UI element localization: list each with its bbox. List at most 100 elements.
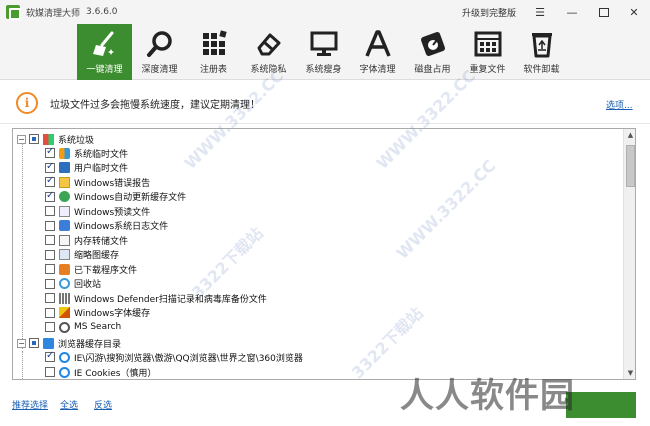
defender-bars-icon [59, 292, 70, 304]
tab-label: 一键清理 [86, 65, 123, 75]
collapse-toggle[interactable]: − [17, 134, 26, 144]
user-files-icon [59, 162, 70, 173]
restore-button[interactable] [592, 2, 616, 22]
item-checkbox[interactable] [45, 235, 55, 245]
close-button[interactable]: ✕ [622, 2, 646, 22]
tab-label: 重复文件 [469, 65, 506, 75]
item-checkbox[interactable] [45, 367, 55, 377]
app-title: 软媒清理大师 [26, 8, 81, 19]
item-checkbox[interactable] [45, 350, 55, 362]
monitor-icon [310, 31, 337, 56]
tree-item[interactable]: Windows Defender扫描记录和病毒库备份文件 [45, 291, 267, 305]
tab-privacy[interactable]: 系统隐私 [241, 24, 296, 80]
group-label: 系统垃圾 [58, 135, 95, 146]
scroll-thumb[interactable] [626, 145, 635, 187]
broom-icon [92, 31, 114, 56]
browser-cache-icon [43, 337, 54, 349]
tab-label: 系统瘦身 [305, 65, 342, 75]
tab-slim[interactable]: 系统瘦身 [296, 24, 351, 80]
title-bar: 软媒清理大师 3.6.6.0 升级到完整版 ☰ — ✕ [0, 0, 650, 24]
item-checkbox[interactable] [45, 307, 55, 318]
tab-one-click-clean[interactable]: 一键清理 [77, 24, 132, 80]
scroll-up-arrow[interactable]: ▲ [624, 129, 635, 141]
app-version: 3.6.6.0 [86, 7, 118, 17]
magnifier-icon [146, 31, 172, 57]
item-checkbox[interactable] [45, 206, 55, 216]
registry-blocks-icon [202, 30, 227, 55]
ie-icon [59, 366, 70, 378]
item-checkbox[interactable] [45, 278, 55, 289]
notice-text: 垃圾文件过多会拖慢系统速度，建议定期清理！ [50, 100, 260, 111]
main-toolbar: 一键清理 深度清理 注册表 系统隐私 系统瘦身 字体清理 磁盘占用 重复文件 软… [0, 24, 650, 80]
minimize-button[interactable]: — [560, 2, 584, 22]
tab-duplicate-files[interactable]: 重复文件 [460, 24, 515, 80]
item-checkbox[interactable] [45, 249, 55, 260]
tree-item[interactable]: 用户临时文件 [45, 161, 128, 175]
recycle-icon [531, 33, 552, 58]
item-label: IE Cookies（慎用） [74, 368, 157, 379]
tab-label: 注册表 [199, 65, 227, 75]
tab-font-clean[interactable]: 字体清理 [350, 24, 405, 80]
tree-group-system[interactable]: − 系统垃圾 [17, 132, 94, 146]
item-label: 回收站 [74, 280, 102, 290]
options-link[interactable]: 选项... [606, 98, 633, 111]
group-checkbox[interactable] [29, 134, 39, 144]
download-icon [59, 263, 70, 275]
tree-item[interactable]: IE Cookies（慎用） [45, 365, 156, 379]
recommend-select-link[interactable]: 推荐选择 [12, 398, 48, 411]
start-clean-button[interactable] [566, 392, 636, 418]
item-label: 系统临时文件 [74, 149, 129, 160]
tree-item[interactable]: 已下载程序文件 [45, 262, 137, 276]
tab-uninstall[interactable]: 软件卸载 [514, 24, 569, 80]
item-label: 已下载程序文件 [74, 265, 138, 276]
item-label: 缩略图缓存 [74, 251, 120, 261]
ie-icon [59, 351, 70, 363]
select-all-link[interactable]: 全选 [60, 398, 78, 411]
item-checkbox[interactable] [45, 220, 55, 231]
disk-gauge-icon [420, 32, 445, 56]
item-label: Windows错误报告 [74, 178, 151, 189]
item-checkbox[interactable] [45, 190, 55, 202]
tree-item[interactable]: 回收站 [45, 277, 101, 291]
invert-select-link[interactable]: 反选 [94, 398, 112, 411]
tab-disk-usage[interactable]: 磁盘占用 [405, 24, 460, 80]
upgrade-link[interactable]: 升级到完整版 [462, 6, 516, 19]
tab-label: 磁盘占用 [414, 65, 451, 75]
tree-item[interactable]: Windows字体缓存 [45, 306, 150, 320]
tab-registry[interactable]: 注册表 [186, 24, 241, 80]
recycle-bin-icon [59, 278, 70, 289]
tree-item[interactable]: IE\闪游\搜狗浏览器\傲游\QQ浏览器\世界之窗\360浏览器 [45, 350, 303, 364]
tree-item[interactable]: Windows错误报告 [45, 175, 150, 189]
tree-item[interactable]: 内存转储文件 [45, 233, 128, 247]
tab-label: 系统隐私 [250, 65, 287, 75]
item-checkbox[interactable] [45, 161, 55, 173]
tree-item[interactable]: Windows自动更新缓存文件 [45, 190, 186, 204]
item-checkbox[interactable] [45, 322, 55, 332]
tree-item[interactable]: 系统临时文件 [45, 146, 128, 160]
tree-scrollbar[interactable]: ▲ ▼ [623, 129, 635, 379]
item-label: IE\闪游\搜狗浏览器\傲游\QQ浏览器\世界之窗\360浏览器 [74, 353, 303, 364]
tree-item[interactable]: Windows预读文件 [45, 204, 150, 218]
item-checkbox[interactable] [45, 146, 55, 158]
tree-item[interactable]: Windows系统日志文件 [45, 219, 168, 233]
item-label: MS Search [74, 322, 122, 332]
item-label: 用户临时文件 [74, 164, 129, 174]
tab-deep-clean[interactable]: 深度清理 [132, 24, 187, 80]
tab-label: 字体清理 [359, 65, 396, 75]
tree-group-browser[interactable]: − 浏览器缓存目录 [17, 336, 121, 350]
group-checkbox[interactable] [29, 338, 39, 348]
clean-items-tree: − 系统垃圾 系统临时文件 用户临时文件 Windows错误报告 Windows… [12, 128, 636, 380]
item-checkbox[interactable] [45, 264, 55, 274]
item-checkbox[interactable] [45, 175, 55, 187]
tree-item[interactable]: MS Search [45, 320, 121, 334]
tree-connector [22, 351, 23, 379]
scroll-down-arrow[interactable]: ▼ [624, 367, 635, 379]
tree-item[interactable]: 缩略图缓存 [45, 248, 119, 262]
tree-connector [22, 143, 23, 349]
item-checkbox[interactable] [45, 293, 55, 303]
menu-button[interactable]: ☰ [528, 2, 552, 22]
collapse-toggle[interactable]: − [17, 338, 26, 348]
font-a-icon [364, 30, 391, 57]
app-logo-icon [6, 5, 21, 20]
tab-label: 深度清理 [141, 65, 178, 75]
